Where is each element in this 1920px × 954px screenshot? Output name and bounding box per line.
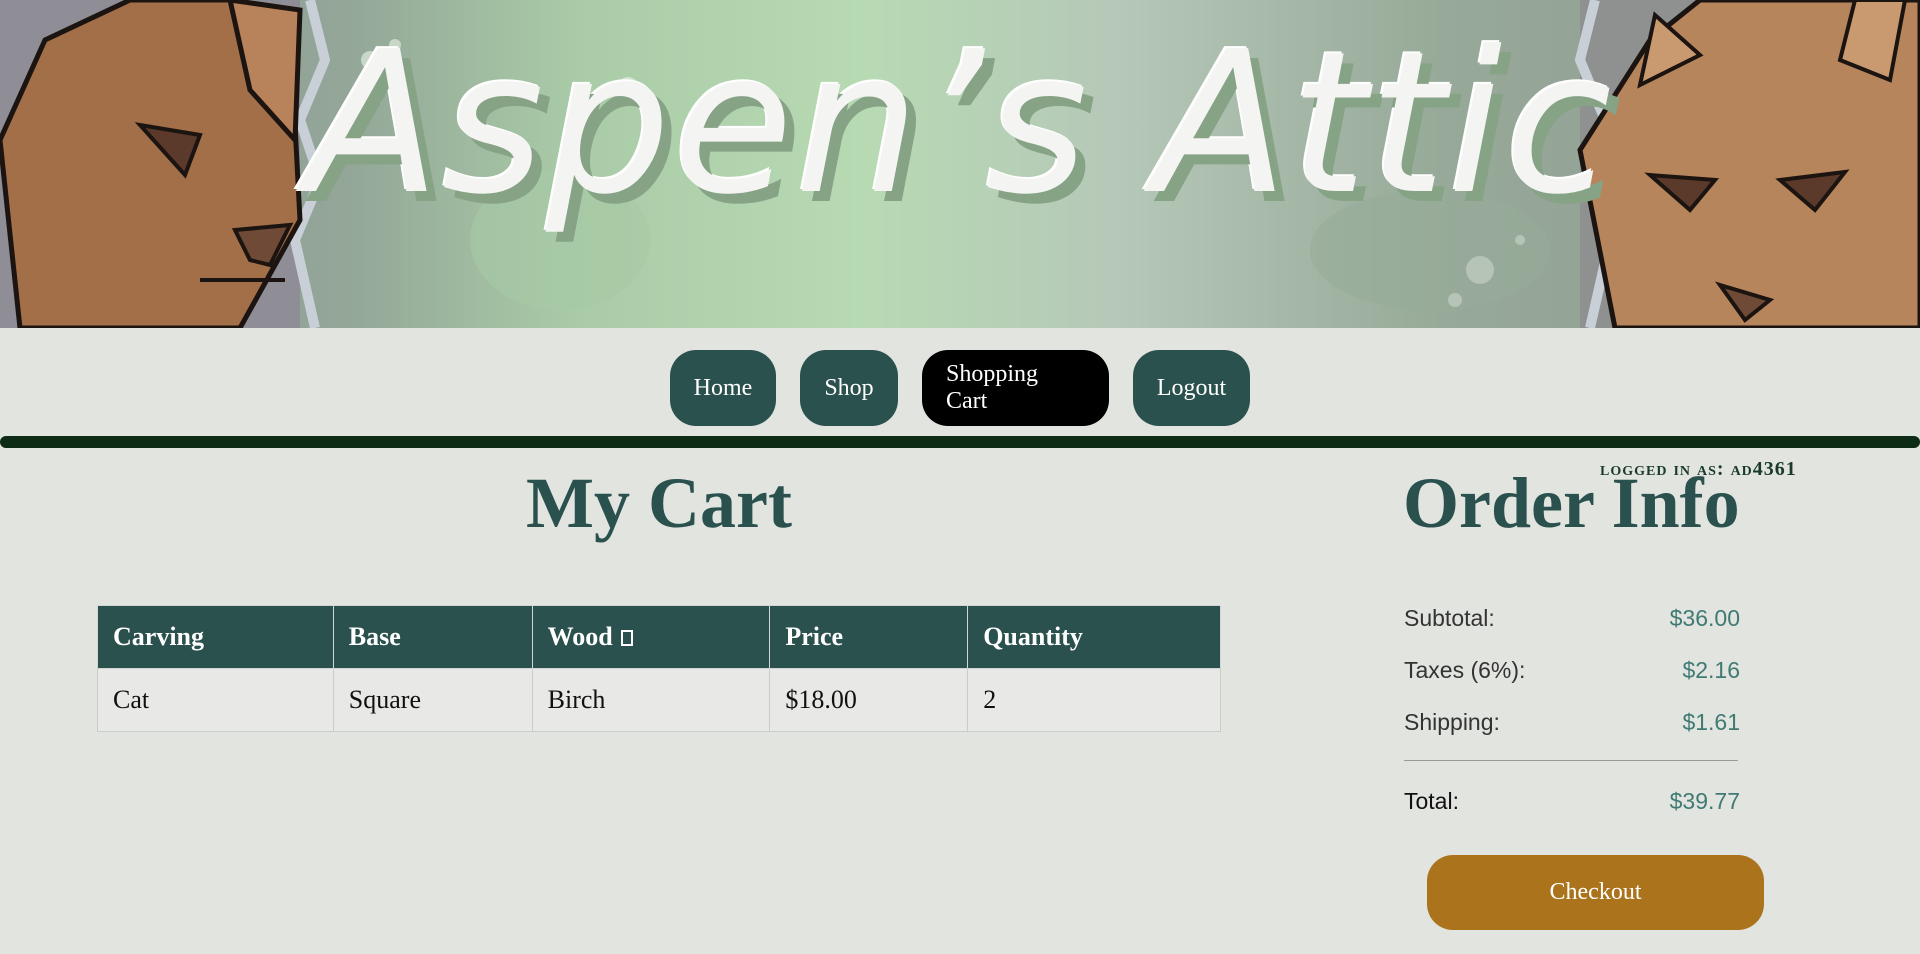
order-info-title: Order Info bbox=[1403, 463, 1740, 543]
column-header-base[interactable]: Base bbox=[332, 605, 533, 669]
taxes-value: $2.16 bbox=[1682, 657, 1740, 683]
shipping-label: Shipping: bbox=[1404, 709, 1500, 735]
column-header-label: Base bbox=[348, 622, 401, 651]
cart-table: Carving Base Wood Price Quantity Cat Squ… bbox=[97, 605, 1221, 732]
subtotal-row: Subtotal: $36.00 bbox=[1404, 605, 1740, 632]
checkout-button[interactable]: Checkout bbox=[1427, 855, 1764, 930]
nav-home-button[interactable]: Home bbox=[670, 350, 776, 426]
column-header-carving[interactable]: Carving bbox=[97, 605, 334, 669]
total-label: Total: bbox=[1404, 788, 1459, 814]
sort-indicator-icon[interactable] bbox=[620, 630, 633, 646]
cell-wood: Birch bbox=[531, 668, 771, 732]
column-header-quantity[interactable]: Quantity bbox=[967, 605, 1221, 669]
table-row: Cat Square Birch $18.00 2 bbox=[97, 668, 1221, 732]
nav-shopping-cart-button[interactable]: Shopping Cart bbox=[922, 350, 1109, 426]
cell-base: Square bbox=[332, 668, 533, 732]
shipping-row: Shipping: $1.61 bbox=[1404, 709, 1740, 736]
cell-carving: Cat bbox=[97, 668, 334, 732]
site-banner: Aspen’s Attic bbox=[0, 0, 1920, 328]
column-header-price[interactable]: Price bbox=[769, 605, 969, 669]
column-header-label: Quantity bbox=[983, 622, 1083, 651]
total-value: $39.77 bbox=[1669, 788, 1740, 814]
taxes-row: Taxes (6%): $2.16 bbox=[1404, 657, 1740, 684]
shipping-value: $1.61 bbox=[1682, 709, 1740, 735]
column-header-label: Price bbox=[785, 622, 844, 651]
site-logo-title: Aspen’s Attic bbox=[305, 10, 1615, 238]
main-nav: Home Shop Shopping Cart Logout bbox=[0, 350, 1920, 426]
cart-title: My Cart bbox=[526, 463, 792, 543]
total-row: Total: $39.77 bbox=[1404, 788, 1740, 815]
taxes-label: Taxes (6%): bbox=[1404, 657, 1526, 683]
subtotal-label: Subtotal: bbox=[1404, 605, 1495, 631]
column-header-label: Wood bbox=[547, 622, 613, 651]
cell-price: $18.00 bbox=[769, 668, 969, 732]
cart-header-row: Carving Base Wood Price Quantity bbox=[97, 605, 1221, 669]
order-divider bbox=[1404, 760, 1738, 761]
cell-quantity[interactable]: 2 bbox=[967, 668, 1221, 732]
column-header-wood[interactable]: Wood bbox=[531, 605, 771, 669]
nav-logout-button[interactable]: Logout bbox=[1133, 350, 1250, 426]
nav-divider bbox=[0, 436, 1920, 448]
nav-shop-button[interactable]: Shop bbox=[800, 350, 898, 426]
subtotal-value: $36.00 bbox=[1669, 605, 1740, 631]
column-header-label: Carving bbox=[113, 622, 204, 651]
